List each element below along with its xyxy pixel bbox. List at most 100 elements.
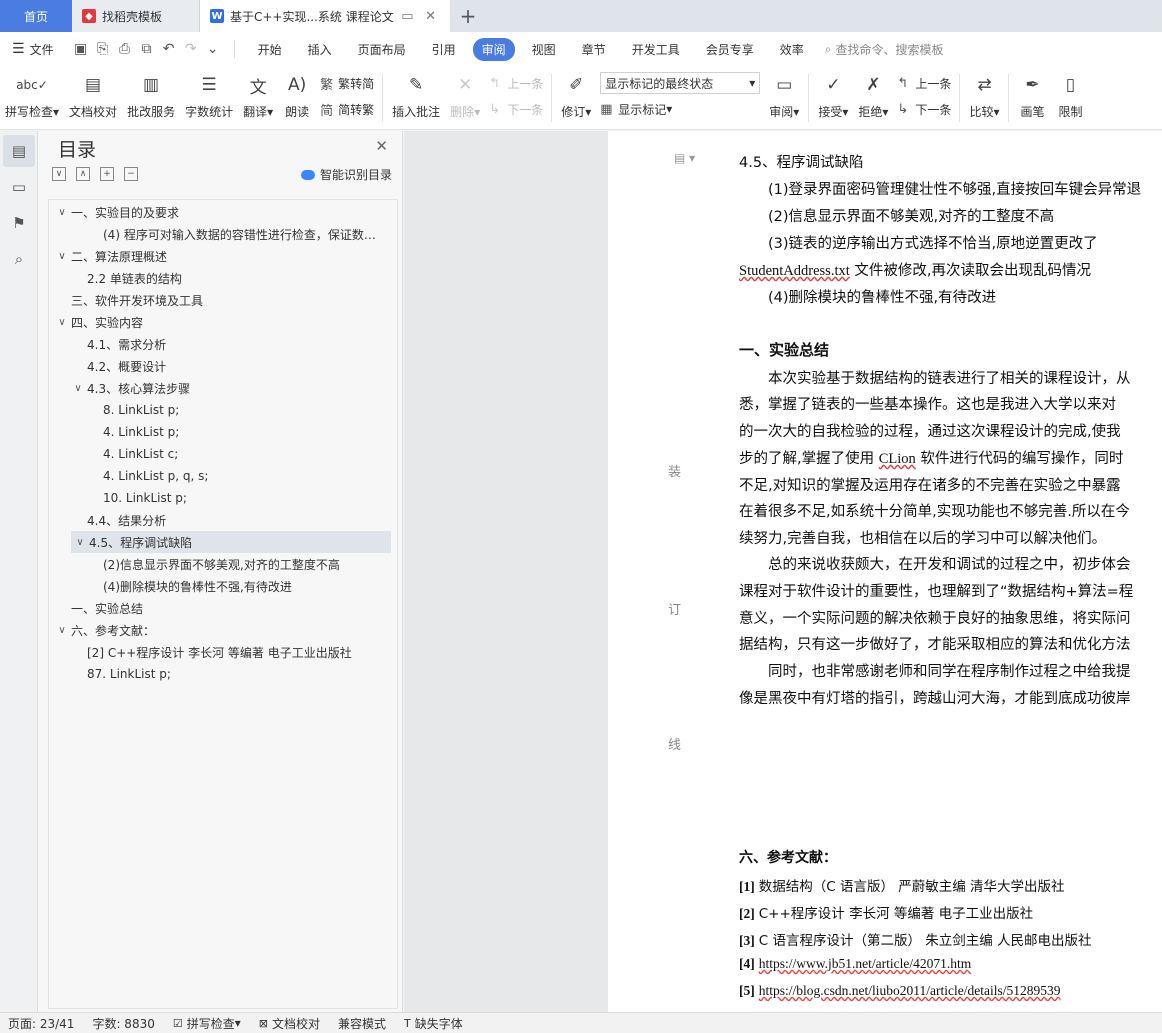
page-indicator[interactable]: 页面: 23/41 [8,1015,74,1032]
reject-button[interactable]: ✗ 拒绝▾ [853,70,893,126]
expand-all-icon[interactable]: ∧ [76,167,90,181]
toc-item[interactable]: 2.2 单链表的结构 [49,267,397,289]
chevron-down-icon[interactable]: ∨ [71,383,85,394]
chapter-icon[interactable]: ▭ [3,171,35,203]
pen-button[interactable]: ✒ 画笔 [1013,70,1051,126]
markup-select[interactable]: 显示标记的最终状态 ▾ [600,72,761,94]
insert-comment-button[interactable]: ✎ 插入批注 [387,70,445,126]
undo-icon[interactable]: ↶ [158,41,180,57]
toc-item[interactable]: 4.4、结果分析 [49,509,397,531]
remove-level-icon[interactable]: − [124,167,138,181]
toc-item[interactable]: 三、软件开发环境及工具 [49,289,397,311]
wordcount-button[interactable]: ☰ 字数统计 [180,70,238,126]
save-icon[interactable]: ▣ [70,41,92,57]
toc-item[interactable]: 87. LinkList p; [49,663,397,685]
restrict-button[interactable]: ▯ 限制 [1051,70,1089,126]
spellcheck-icon: abc✓ [16,78,48,92]
reference-link[interactable]: https://www.jb51.net/article/42071.htm [759,956,971,971]
menu-item[interactable]: 开始 [249,38,291,61]
delete-comment-button[interactable]: ✕ 删除▾ [445,70,485,126]
toc-item[interactable]: ∨ 4.5、程序调试缺陷 [71,531,391,553]
compat-mode: 兼容模式 [338,1016,387,1031]
toc-item[interactable]: [2] C++程序设计 李长河 等编著 电子工业出版社 [49,641,397,663]
compare-button[interactable]: ⇄ 比较▾ [964,70,1004,126]
toc-panel: 目录 ✕ ∨ ∧ + − 智能识别目录 ∨ 一、实验目的及要求 (4) 程序可对输入… [38,131,403,1012]
toc-item[interactable]: ∨ 六、参考文献： [49,619,397,641]
toc-item[interactable]: ∨ 一、实验目的及要求 [49,201,397,223]
print-icon[interactable]: ⎙ [114,41,136,57]
collapse-all-icon[interactable]: ∨ [52,167,66,181]
chevron-down-icon[interactable]: ∨ [55,317,69,328]
chevron-down-icon[interactable]: ∨ [55,207,69,218]
tab-template[interactable]: ◆ 找稻壳模板 [72,0,200,32]
toc-item[interactable]: 4.2、概要设计 [49,355,397,377]
export-icon[interactable]: ⎘ [92,41,114,57]
divider [959,74,961,122]
menu-item[interactable]: 会员专享 [697,38,763,61]
read-aloud-button[interactable]: A) 朗读 [278,70,316,126]
toc-item[interactable]: ∨ 四、实验内容 [49,311,397,333]
next-revision-button[interactable]: ↳ 下一条 [897,98,951,120]
word-count[interactable]: 字数: 8830 [92,1015,154,1032]
toc-item[interactable]: ∨ 4.3、核心算法步骤 [49,377,397,399]
toc-icon[interactable]: ▤ [3,135,35,167]
review-pane-button[interactable]: ▭ 审阅▾ [764,70,804,126]
menu-item[interactable]: 页面布局 [349,38,415,61]
menu-item[interactable]: 开发工具 [623,38,689,61]
spellcheck-button[interactable]: abc✓ 拼写检查▾ [0,70,64,126]
tab-close-icon[interactable]: ✕ [421,9,440,24]
file-menu[interactable]: ☰ 文件 [12,41,54,58]
chevron-down-icon[interactable]: ∨ [73,537,87,548]
bookmark-icon[interactable]: ⚑ [3,207,35,239]
doccheck-button[interactable]: ▤ 文档校对 [64,70,122,126]
menu-item[interactable]: 引用 [423,38,465,61]
print-preview-icon[interactable]: ⧉ [136,41,158,57]
toc-item[interactable]: (4) 程序可对输入数据的容错性进行检查，保证数… [49,223,397,245]
simplified-to-traditional-button[interactable]: 简简转繁 [320,98,374,120]
toc-item[interactable]: 4. LinkList p; [49,421,397,443]
redo-icon[interactable]: ↷ [180,41,202,57]
accept-button[interactable]: ✓ 接受▾ [813,70,853,126]
toc-item[interactable]: 一、实验总结 [49,597,397,619]
doccheck-status[interactable]: ⊠ 文档校对 [259,1015,320,1032]
track-changes-button[interactable]: ✐ 修订▾ [556,70,596,126]
toc-item[interactable]: 4. LinkList c; [49,443,397,465]
prev-revision-button[interactable]: ↰ 上一条 [897,72,951,94]
smart-toc-button[interactable]: 智能识别目录 [300,166,392,183]
command-search[interactable]: ⌕ 查找命令、搜索模板 [825,41,944,58]
comment-marker-icon[interactable]: ▤ ▾ [674,151,695,165]
toc-item[interactable]: 4. LinkList p, q, s; [49,465,397,487]
menu-item[interactable]: 审阅 [472,37,515,61]
toc-item[interactable]: 4.1、需求分析 [49,333,397,355]
tab-home[interactable]: 首页 [0,0,72,32]
menu-item[interactable]: 效率 [771,38,813,61]
chevron-down-icon[interactable]: ∨ [55,625,69,636]
reference-link[interactable]: https://blog.csdn.net/liubo2011/article/… [759,983,1061,998]
more-icon[interactable]: ⌄ [202,41,224,57]
toc-item[interactable]: ∨ 二、算法原理概述 [49,245,397,267]
new-tab-button[interactable]: + [450,0,486,32]
search-icon[interactable]: ⌕ [3,243,35,275]
close-icon[interactable]: ✕ [375,137,388,155]
tab-pin-icon[interactable]: ▭ [397,9,417,24]
menu-item[interactable]: 章节 [573,38,615,61]
prev-comment-button[interactable]: ↰ 上一条 [489,72,543,94]
toc-item[interactable]: (4)删除模块的鲁棒性不强,有待改进 [49,575,397,597]
toc-item[interactable]: (2)信息显示界面不够美观,对齐的工整度不高 [49,553,397,575]
tab-document[interactable]: W 基于C++实现...系统 课程论文 ▭ ✕ [200,0,450,32]
menu-item[interactable]: 插入 [299,38,341,61]
missing-font-status[interactable]: T 缺失字体 [404,1015,463,1032]
markup-dropdown[interactable]: 显示标记的最终状态 ▾ [600,72,761,94]
menu-item[interactable]: 视图 [523,38,565,61]
add-level-icon[interactable]: + [100,167,114,181]
translate-button[interactable]: 文翻译▾ [238,70,278,126]
show-markup-button[interactable]: ▦ 显示标记 ▾ [600,98,760,120]
traditional-to-simplified-button[interactable]: 繁繁转简 [320,72,374,94]
revise-service-button[interactable]: ▥ 批改服务 [122,70,180,126]
toc-item[interactable]: 8. LinkList p; [49,399,397,421]
document-page[interactable]: ▤ ▾ 装 订 线 4.5、程序调试缺陷 (1)登录界面密码管理健壮性不够强,直… [608,131,1162,1012]
toc-item[interactable]: 10. LinkList p; [49,487,397,509]
next-comment-button[interactable]: ↳ 下一条 [489,98,543,120]
chevron-down-icon[interactable]: ∨ [55,251,69,262]
spellcheck-status[interactable]: ☑ 拼写检查 ▾ [173,1015,241,1032]
